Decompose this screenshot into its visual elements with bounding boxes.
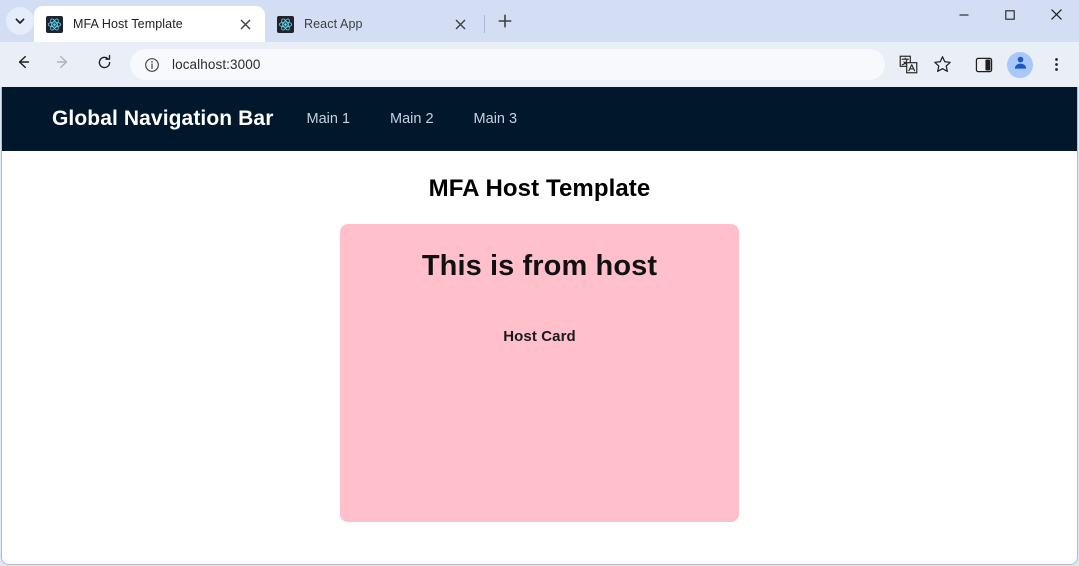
reload-button[interactable] <box>89 50 119 80</box>
window-controls <box>941 0 1079 34</box>
close-icon <box>1050 8 1063 26</box>
toolbar-actions <box>893 50 1079 80</box>
star-icon[interactable] <box>927 50 957 80</box>
url-text: localhost:3000 <box>172 57 260 72</box>
browser-toolbar: localhost:3000 <box>0 42 1079 87</box>
plus-icon <box>498 14 512 33</box>
tab-title: React App <box>304 17 450 31</box>
nav-links: Main 1 Main 2 Main 3 <box>306 111 557 127</box>
nav-brand[interactable]: Global Navigation Bar <box>52 107 273 131</box>
tab-close-button[interactable] <box>450 14 470 34</box>
global-navigation-bar: Global Navigation Bar Main 1 Main 2 Main… <box>2 87 1077 151</box>
translate-icon[interactable] <box>893 50 923 80</box>
address-bar[interactable]: localhost:3000 <box>130 49 885 80</box>
forward-button[interactable] <box>48 50 78 80</box>
maximize-icon <box>1004 8 1016 26</box>
page-title: MFA Host Template <box>429 175 651 203</box>
host-card-subtext: Host Card <box>503 328 576 345</box>
side-panel-icon[interactable] <box>969 50 999 80</box>
back-button[interactable] <box>8 50 38 80</box>
profile-avatar[interactable] <box>1007 52 1033 78</box>
window-maximize-button[interactable] <box>987 0 1033 34</box>
browser-tab-inactive[interactable]: React App <box>265 6 480 42</box>
person-avatar-icon <box>1012 54 1029 76</box>
nav-link-main-1[interactable]: Main 1 <box>306 111 350 127</box>
info-circle-icon[interactable] <box>142 55 162 75</box>
tab-close-button[interactable] <box>235 14 255 34</box>
nav-link-main-3[interactable]: Main 3 <box>474 111 518 127</box>
tab-strip: MFA Host Template React App <box>0 0 1079 42</box>
arrow-right-icon <box>54 53 72 76</box>
tab-search-button[interactable] <box>6 7 34 35</box>
arrow-left-icon <box>14 53 32 76</box>
window-minimize-button[interactable] <box>941 0 987 34</box>
host-card: This is from host Host Card <box>340 224 739 522</box>
tab-divider <box>484 15 485 33</box>
window-close-button[interactable] <box>1033 0 1079 34</box>
browser-tab-active[interactable]: MFA Host Template <box>34 6 265 42</box>
chevron-down-icon <box>14 15 26 27</box>
browser-window: MFA Host Template React App <box>0 0 1079 566</box>
new-tab-button[interactable] <box>491 9 519 37</box>
host-card-heading: This is from host <box>422 250 657 283</box>
page-viewport: Global Navigation Bar Main 1 Main 2 Main… <box>1 87 1078 565</box>
tab-title: MFA Host Template <box>73 17 235 31</box>
page-content: MFA Host Template This is from host Host… <box>2 151 1077 522</box>
three-dot-menu-icon[interactable] <box>1041 50 1071 80</box>
react-logo-icon <box>46 16 63 33</box>
nav-link-main-2[interactable]: Main 2 <box>390 111 434 127</box>
minimize-icon <box>958 8 970 26</box>
reload-icon <box>96 54 113 76</box>
react-logo-icon <box>277 16 294 33</box>
